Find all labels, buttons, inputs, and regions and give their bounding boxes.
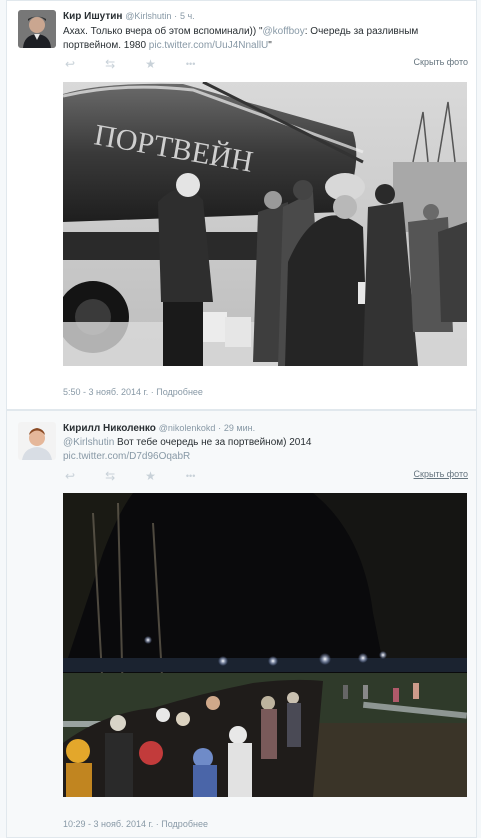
mention-link[interactable]: @Kirlshutin (63, 437, 114, 448)
mention-link[interactable]: @koffboy (263, 26, 305, 37)
footer-separator: · (150, 387, 154, 397)
separator: · (218, 423, 222, 433)
tweet-text-part: Ахах. Только вчера об этом вспоминали)) … (63, 26, 263, 37)
tweet-text-part: " (268, 40, 272, 51)
tweet-footer: 10:29 - 3 нояб. 2014 г. · Подробнее (63, 819, 208, 829)
photo-link[interactable]: pic.twitter.com/UuJ4NnallU (149, 40, 268, 51)
tweet-time[interactable]: 5 ч. (180, 11, 195, 21)
more-icon[interactable]: ••• (186, 59, 195, 69)
tweet-photo[interactable]: ПОРТВЕЙН (63, 82, 467, 366)
hide-photo-link[interactable]: Скрыть фото (414, 469, 468, 479)
star-icon[interactable]: ★ (145, 469, 156, 483)
tweet-text: Ахах. Только вчера об этом вспоминали)) … (63, 25, 473, 53)
hide-photo-link[interactable]: Скрыть фото (414, 57, 468, 67)
author-fullname[interactable]: Кир Ишутин (63, 11, 122, 22)
tweet-actions: ↩ ⇆ ★ ••• (65, 469, 225, 483)
author-username[interactable]: @nikolenkokd (159, 423, 216, 433)
star-icon[interactable]: ★ (145, 57, 156, 71)
tweet-footer: 5:50 - 3 нояб. 2014 г. · Подробнее (63, 387, 203, 397)
tweet-photo[interactable] (63, 493, 467, 797)
tweet-text-part: Вот тебе очередь не за портвейном) 2014 (114, 437, 312, 448)
more-icon[interactable]: ••• (186, 471, 195, 481)
avatar[interactable] (18, 10, 56, 48)
tweet-text: @Kirlshutin Вот тебе очередь не за портв… (63, 436, 473, 464)
tweet-actions: ↩ ⇆ ★ ••• (65, 57, 225, 71)
retweet-icon[interactable]: ⇆ (105, 57, 115, 71)
separator: · (174, 11, 178, 21)
timestamp-link[interactable]: 5:50 - 3 нояб. 2014 г. (63, 387, 148, 397)
tweet[interactable]: Кирилл Николенко @nikolenkokd · 29 мин. … (6, 410, 477, 838)
author-username[interactable]: @Kirlshutin (125, 11, 171, 21)
details-link[interactable]: Подробнее (161, 819, 208, 829)
details-link[interactable]: Подробнее (156, 387, 203, 397)
retweet-icon[interactable]: ⇆ (105, 469, 115, 483)
footer-separator: · (155, 819, 159, 829)
author-fullname[interactable]: Кирилл Николенко (63, 423, 156, 434)
tweet-time[interactable]: 29 мин. (224, 423, 255, 433)
reply-icon[interactable]: ↩ (65, 469, 75, 483)
tweet[interactable]: Кир Ишутин @Kirlshutin · 5 ч. Ахах. Толь… (6, 0, 477, 410)
photo-link[interactable]: pic.twitter.com/D7d96OqabR (63, 451, 190, 462)
avatar[interactable] (18, 422, 56, 460)
reply-icon[interactable]: ↩ (65, 57, 75, 71)
timestamp-link[interactable]: 10:29 - 3 нояб. 2014 г. (63, 819, 153, 829)
